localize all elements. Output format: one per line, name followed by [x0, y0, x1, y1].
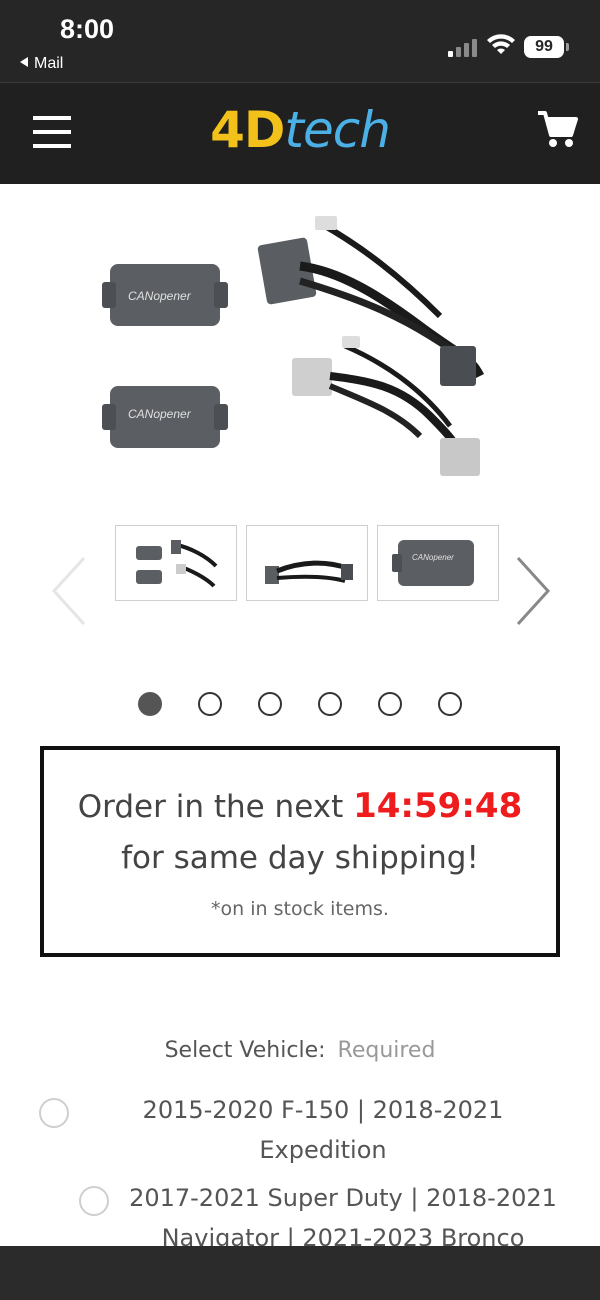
wire-harness-1 [257, 216, 485, 386]
countdown-note: *on in stock items. [211, 898, 389, 920]
thumbnail-2-image [265, 560, 353, 584]
thumbnail-1[interactable] [115, 525, 237, 601]
pagination-dot-2[interactable] [198, 692, 222, 716]
vehicle-option-2-line-1: 2017-2021 Super Duty | 2018-2021 [129, 1184, 557, 1212]
countdown-line-2: for same day shipping! [121, 840, 479, 876]
select-vehicle-text: Select Vehicle: [164, 1038, 326, 1063]
vehicle-option-1-label[interactable]: 2015-2020 F-150 | 2018-2021 Expedition [100, 1090, 546, 1170]
logo-part-4d: 4D [210, 101, 285, 159]
browser-bottom-bar [0, 1246, 600, 1300]
cellular-signal-icon [448, 37, 480, 57]
canopener-device-1: CANopener [102, 264, 228, 326]
vehicle-option-1-line-1: 2015-2020 F-150 | 2018-2021 [142, 1096, 504, 1124]
status-bar: 8:00 Mail 99 [0, 0, 600, 82]
product-image[interactable]: CANopener CANopener [0, 186, 600, 516]
required-indicator: Required [337, 1038, 436, 1063]
thumbnail-3-image: CANopener [392, 540, 474, 586]
back-arrow-icon [20, 57, 28, 67]
pagination-dot-4[interactable] [318, 692, 342, 716]
vehicle-option-1-radio[interactable] [39, 1098, 69, 1128]
countdown-prefix: Order in the next [77, 789, 354, 825]
logo-part-tech: tech [284, 101, 391, 159]
pagination-dot-6[interactable] [438, 692, 462, 716]
shipping-countdown-box: Order in the next 14:59:48 for same day … [40, 746, 560, 957]
device-label: CANopener [128, 289, 192, 303]
battery-tip-icon [566, 43, 569, 51]
battery-indicator: 99 [524, 36, 564, 58]
thumbnail-1-image [136, 540, 218, 588]
vehicle-option-1-line-2: Expedition [259, 1136, 387, 1164]
cart-icon[interactable] [536, 109, 578, 149]
wifi-icon [487, 34, 515, 54]
status-time: 8:00 [60, 14, 115, 44]
carousel-next-arrow-icon[interactable] [512, 556, 552, 626]
thumbnail-device-label: CANopener [412, 553, 454, 562]
countdown-line-1: Order in the next 14:59:48 [44, 786, 556, 826]
back-to-mail-link[interactable]: Mail [20, 55, 63, 73]
vehicle-option-2-radio[interactable] [79, 1186, 109, 1216]
site-header: 4Dtech [0, 82, 600, 184]
device-label-2: CANopener [128, 407, 192, 421]
back-label: Mail [34, 55, 64, 72]
select-vehicle-label: Select Vehicle: Required [0, 1038, 600, 1063]
thumbnail-2[interactable] [246, 525, 368, 601]
thumbnail-strip: CANopener [0, 525, 600, 605]
pagination-dot-1[interactable] [138, 692, 162, 716]
countdown-timer: 14:59:48 [353, 786, 523, 826]
pagination-dot-5[interactable] [378, 692, 402, 716]
canopener-device-2: CANopener [102, 386, 228, 448]
pagination-dot-3[interactable] [258, 692, 282, 716]
site-logo[interactable]: 4Dtech [0, 101, 600, 159]
thumbnail-3[interactable]: CANopener [377, 525, 499, 601]
carousel-pagination [0, 692, 600, 722]
